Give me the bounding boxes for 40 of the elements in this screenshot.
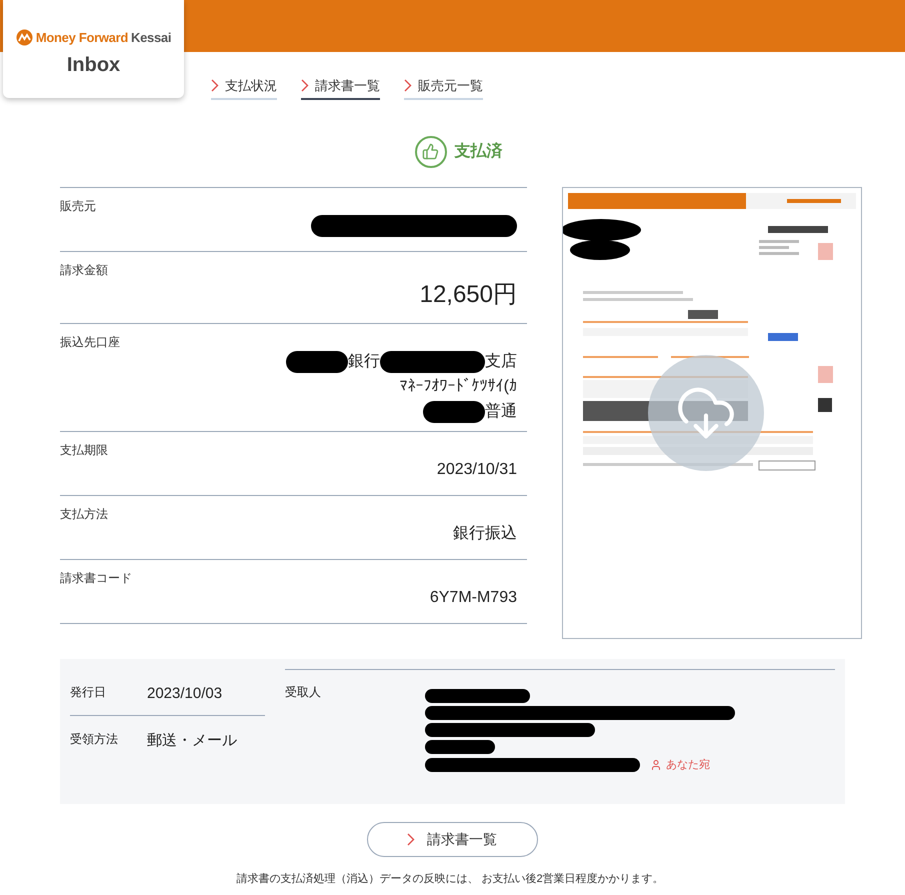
chevron-icon [301,79,309,92]
field-label: 支払期限 [60,442,109,458]
detail-value: 郵送・メール [147,730,237,750]
detail-label: 発行日 [70,684,107,700]
field-label: 請求金額 [60,262,109,278]
app-name: Inbox [66,52,120,78]
redaction-mark [425,740,495,754]
invoice-list-button[interactable]: 請求書一覧 [366,822,538,856]
redaction-mark [423,400,485,422]
redaction-mark [286,350,348,372]
field-value: 支店 [485,352,517,372]
thumbs-up-icon [414,136,446,168]
processing-note: 請求書の支払済処理（消込）データの反映には、 お支払い後2営業日程度かかります。 [235,872,665,886]
brand-suffix: Kessai [131,29,172,47]
invoice-preview[interactable] [562,186,862,638]
field-value: 銀行 [348,352,380,372]
detail-label: 受領方法 [70,730,119,748]
nav-tab[interactable]: 販売元一覧 [404,76,483,100]
chevron-icon [211,79,219,92]
field-value: 6Y7M-M793 [430,588,517,608]
chevron-icon [404,79,412,92]
logo-icon [16,29,33,46]
detail-value: 2023/10/03 [147,684,222,704]
recipient-badge: あなた宛 [650,756,710,773]
field-label: 支払方法 [60,506,109,522]
detail-label: 受取人 [285,684,322,700]
field-value: ﾏﾈｰﾌｵﾜｰﾄﾞｹﾂｻｲ(ｶ [400,376,517,396]
field-label: 振込先口座 [60,334,121,350]
nav-tab[interactable]: 請求書一覧 [301,76,380,100]
chevron-icon [407,832,415,846]
status-label: 支払済 [454,141,502,162]
field-label: 請求書コード [60,570,133,586]
nav-tab[interactable]: 支払状況 [211,76,277,100]
field-label: 販売元 [60,198,97,214]
logo-card[interactable]: Money Forward Kessai Inbox [3,0,184,98]
brand-name: Money Forward [36,29,128,47]
field-value: 2023/10/31 [436,460,517,480]
field-value: 12,650円 [420,280,517,310]
field-value: 銀行振込 [453,524,517,544]
field-value: 普通 [485,401,517,422]
